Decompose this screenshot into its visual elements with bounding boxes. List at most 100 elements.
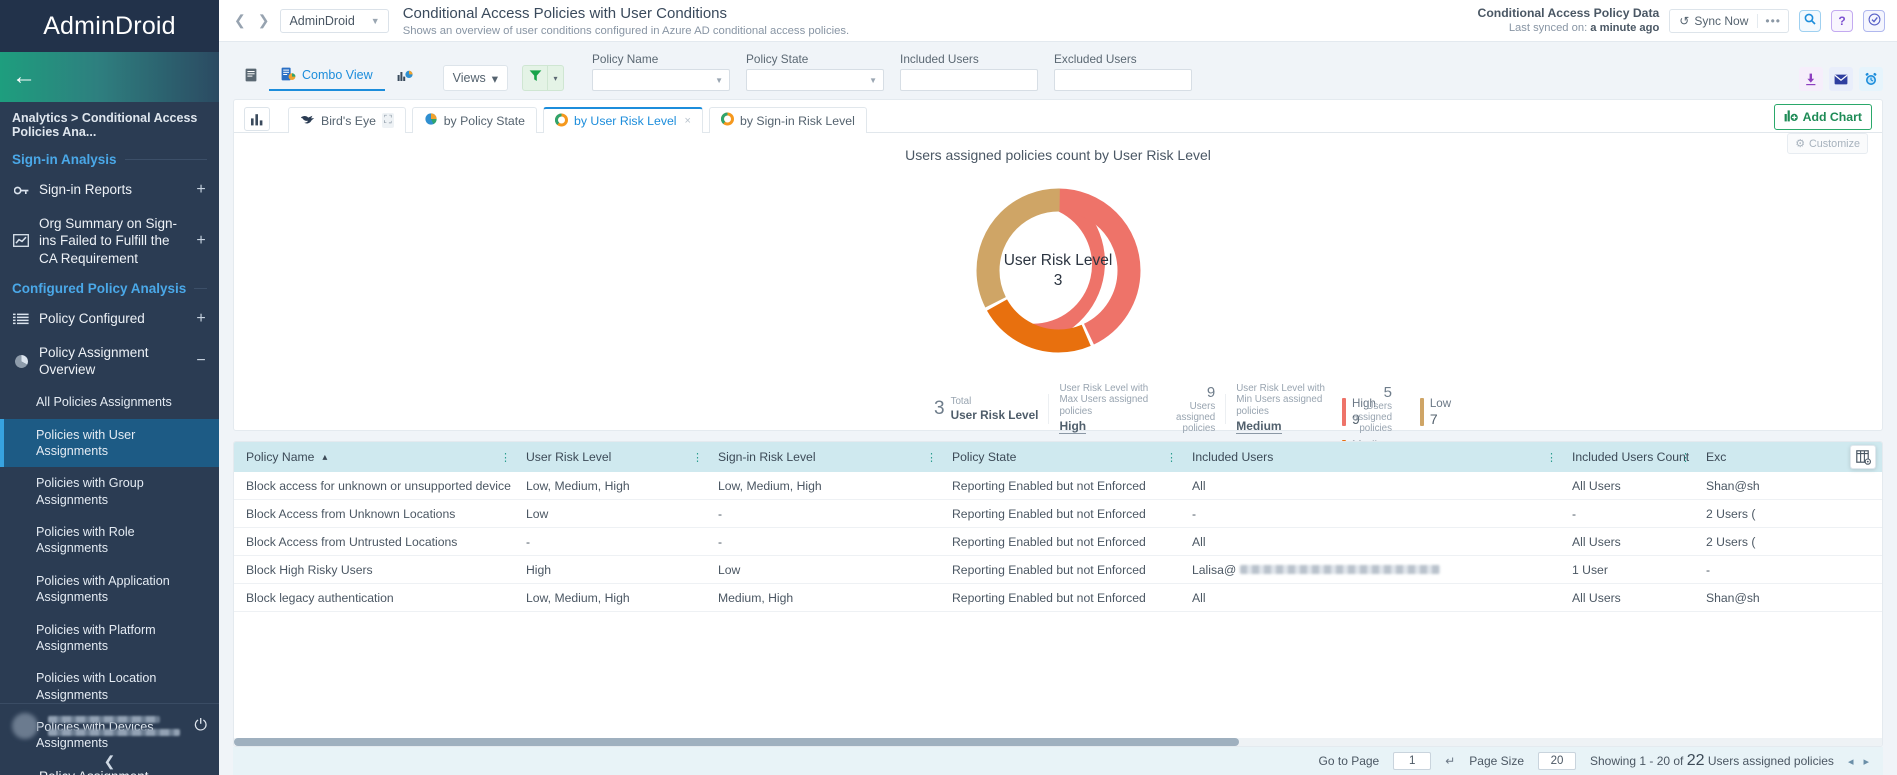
chart-tab-label: Bird's Eye [321,114,376,128]
excluded-users-input[interactable] [1054,69,1192,91]
filter-button[interactable] [522,65,548,91]
help-button[interactable]: ? [1831,10,1853,32]
column-header-included-users-count[interactable]: Included Users Count ⋮ [1560,450,1694,464]
page-size-input[interactable]: 20 [1538,752,1576,770]
enter-icon[interactable]: ↵ [1445,754,1455,768]
showing-count: 22 [1687,752,1705,769]
column-settings-icon[interactable] [1850,445,1876,469]
kpi-max-link[interactable]: High [1059,419,1086,434]
tab-document-view[interactable] [233,61,269,91]
included-users-input[interactable] [900,69,1038,91]
tab-chart-view[interactable] [385,61,425,91]
page-title: Conditional Access Policies with User Co… [403,5,849,23]
prev-page-button[interactable]: ◂ [1848,755,1854,768]
sidebar-item-policies-with-role-assignments[interactable]: Policies with Role Assignments [0,516,219,565]
chevron-down-icon: ▼ [371,16,380,26]
table-row[interactable]: Block legacy authentication Low, Medium,… [234,584,1882,612]
close-icon[interactable]: × [685,115,691,127]
user-profile-strip[interactable]: ⏻ [0,703,219,747]
donut-chart-icon [555,113,568,130]
tab-combo-view[interactable]: Combo View [269,61,385,91]
avatar[interactable] [12,713,38,739]
expand-icon[interactable]: + [195,310,207,328]
sidebar-item-policy-configured[interactable]: Policy Configured + [0,302,219,336]
chart-tab-by-signin-risk-level[interactable]: by Sign-in Risk Level [709,107,867,133]
sync-more-button[interactable]: ••• [1757,14,1788,28]
expand-icon[interactable]: ⛶ [382,113,394,128]
tenant-selector[interactable]: AdminDroid ▼ [280,9,388,33]
add-chart-button[interactable]: Add Chart [1774,104,1872,130]
views-dropdown[interactable]: Views ▾ [443,65,508,91]
sidebar-item-label: Org Summary on Sign-ins Failed to Fulfil… [39,215,186,267]
column-menu-icon[interactable]: ⋮ [692,451,702,464]
sidebar-item-policies-with-group-assignments[interactable]: Policies with Group Assignments [0,467,219,516]
column-menu-icon[interactable]: ⋮ [500,451,510,464]
collapse-icon[interactable]: − [195,352,207,370]
column-header-policy-name[interactable]: Policy Name ▴ ⋮ [234,450,514,464]
policy-name-select[interactable]: ▼ [592,69,730,91]
sidebar-item-policies-with-application-assignments[interactable]: Policies with Application Assignments [0,565,219,614]
column-menu-icon[interactable]: ⋮ [926,451,936,464]
chart-tab-by-policy-state[interactable]: by Policy State [412,107,537,133]
chart-tab-strip: Bird's Eye ⛶ by Policy State by User [234,100,1882,133]
cell-user-risk-level: High [514,563,706,577]
sidebar-item-policy-assignment-overview[interactable]: Policy Assignment Overview − [0,336,219,387]
expand-icon[interactable]: + [195,232,207,250]
column-menu-icon[interactable]: ⋮ [1680,451,1690,464]
table-row[interactable]: Block Access from Unknown Locations Low … [234,500,1882,528]
policy-state-select[interactable]: ▼ [746,69,884,91]
kpi-min-link[interactable]: Medium [1236,419,1281,434]
expand-icon[interactable]: + [195,181,207,199]
status-check-button[interactable] [1863,10,1885,32]
chart-view-icon [397,68,413,85]
breadcrumb[interactable]: Analytics > Conditional Access Policies … [0,102,219,146]
sidebar-item-policies-with-platform-assignments[interactable]: Policies with Platform Assignments [0,614,219,663]
sidebar-item-all-policies-assignments[interactable]: All Policies Assignments [0,386,219,418]
cell-policy-state: Reporting Enabled but not Enforced [940,591,1180,605]
sidebar-collapse-button[interactable]: ❮ [0,747,219,775]
cell-policy-name: Block access for unknown or unsupported … [234,479,514,493]
legend-item-low[interactable]: Low 7 [1420,398,1451,428]
chevron-right-icon[interactable]: ❯ [253,10,275,31]
download-button[interactable] [1799,67,1823,91]
goto-page-input[interactable]: 1 [1393,752,1431,770]
email-button[interactable] [1829,67,1853,91]
column-header-excluded-users[interactable]: Exc [1694,450,1814,464]
column-header-policy-state[interactable]: Policy State ⋮ [940,450,1180,464]
column-menu-icon[interactable]: ⋮ [1546,451,1556,464]
table-row[interactable]: Block access for unknown or unsupported … [234,472,1882,500]
filter-label: Excluded Users [1054,52,1192,66]
cell-included-users-count: All Users [1560,591,1694,605]
user-email-redacted [48,729,180,736]
sidebar-back-button[interactable]: ← [0,52,219,102]
views-label: Views [453,71,486,85]
search-button[interactable] [1799,10,1821,32]
next-page-button[interactable]: ▸ [1863,755,1869,768]
table-row[interactable]: Block Access from Untrusted Locations - … [234,528,1882,556]
chart-tab-label: by Policy State [444,114,525,128]
filter-dropdown-button[interactable]: ▾ [548,65,564,91]
table-row[interactable]: Block High Risky Users High Low Reportin… [234,556,1882,584]
column-header-signin-risk-level[interactable]: Sign-in Risk Level ⋮ [706,450,940,464]
schedule-button[interactable] [1859,67,1883,91]
topbar: ❮ ❯ AdminDroid ▼ Conditional Access Poli… [219,0,1897,42]
sidebar-item-policies-with-user-assignments[interactable]: Policies with User Assignments [0,419,219,468]
brand-logo[interactable]: AdminDroid [0,0,219,52]
scrollbar-thumb[interactable] [234,738,1239,746]
power-icon[interactable]: ⏻ [194,717,207,735]
main-area: ❮ ❯ AdminDroid ▼ Conditional Access Poli… [219,0,1897,775]
sidebar-item-sign-in-reports[interactable]: Sign-in Reports + [0,173,219,207]
cell-user-risk-level: - [514,535,706,549]
horizontal-scrollbar[interactable] [234,738,1882,746]
column-menu-icon[interactable]: ⋮ [1166,451,1176,464]
donut-graphic[interactable]: User Risk Level 3 [961,173,1156,368]
sidebar-item-org-summary-signins[interactable]: Org Summary on Sign-ins Failed to Fulfil… [0,207,219,275]
chart-tab-birds-eye[interactable]: Bird's Eye ⛶ [288,107,406,133]
chevron-left-icon[interactable]: ❮ [229,10,251,31]
column-header-included-users[interactable]: Included Users ⋮ [1180,450,1560,464]
pie-icon [12,354,30,369]
column-header-user-risk-level[interactable]: User Risk Level ⋮ [514,450,706,464]
chart-grid-button[interactable] [244,107,270,131]
sync-now-button[interactable]: ↺ Sync Now ••• [1669,9,1789,33]
chart-tab-by-user-risk-level[interactable]: by User Risk Level × [543,107,703,133]
